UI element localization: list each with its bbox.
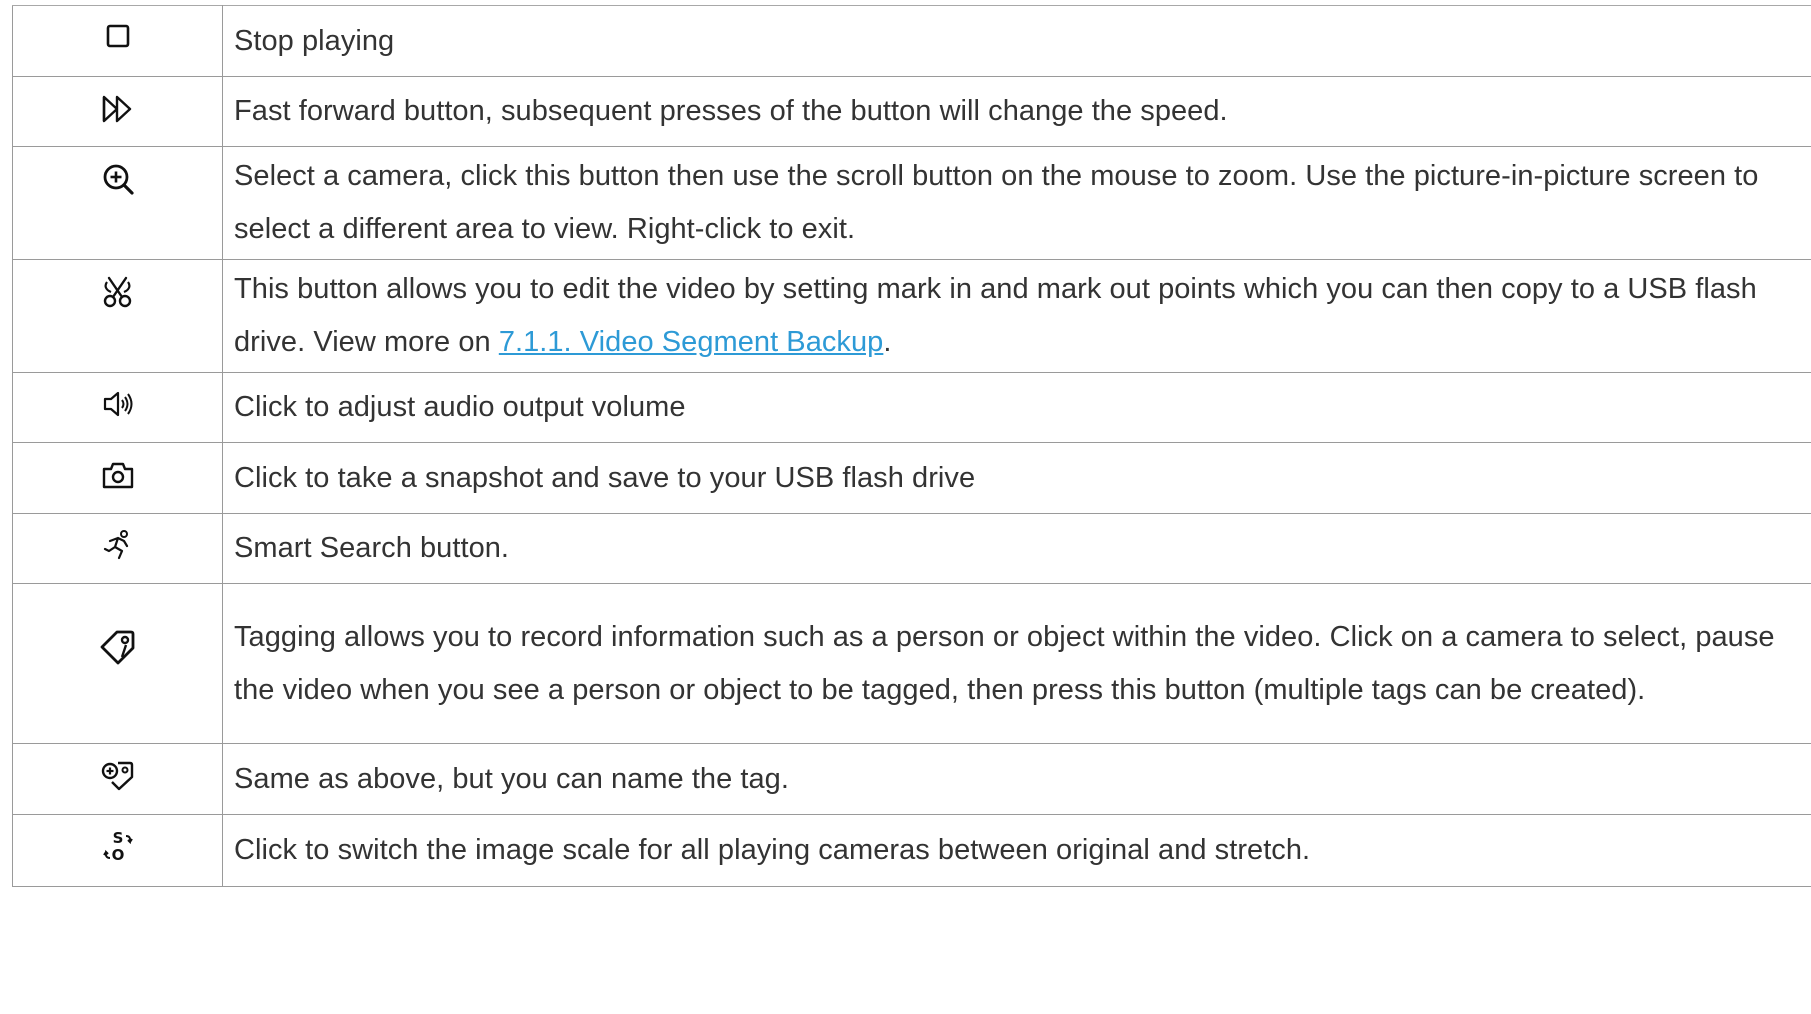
description-cell: Click to adjust audio output volume — [222, 372, 1811, 443]
stop-icon — [98, 18, 138, 58]
video-segment-backup-link[interactable]: 7.1.1. Video Segment Backup — [499, 326, 884, 358]
icon-cell — [12, 583, 223, 744]
table-row: Smart Search button. — [12, 513, 1811, 584]
row-description: Select a camera, click this button then … — [234, 160, 1759, 245]
description-cell: Stop playing — [222, 5, 1811, 77]
description-cell: Fast forward button, subsequent presses … — [222, 76, 1811, 147]
svg-text:O: O — [111, 846, 124, 864]
icon-cell — [12, 513, 223, 584]
icon-cell — [12, 5, 223, 77]
row-description-after-link: . — [883, 326, 892, 358]
row-description-before-link: This button allows you to edit the video… — [234, 273, 1757, 358]
table-row: SO Click to switch the image scale for a… — [12, 814, 1811, 887]
row-description: Click to switch the image scale for all … — [234, 834, 1311, 866]
icon-cell — [12, 442, 223, 514]
description-cell: Tagging allows you to record information… — [222, 583, 1811, 744]
description-cell: Click to take a snapshot and save to you… — [222, 442, 1811, 514]
icon-cell — [12, 259, 223, 373]
fast-forward-icon — [98, 89, 138, 129]
icon-cell — [12, 743, 223, 815]
description-cell: Same as above, but you can name the tag. — [222, 743, 1811, 815]
row-description: Click to take a snapshot and save to you… — [234, 461, 976, 494]
table-row: Click to take a snapshot and save to you… — [12, 442, 1811, 514]
scale-switch-icon: SO — [98, 827, 138, 867]
table-row: This button allows you to edit the video… — [12, 259, 1811, 373]
camera-icon — [98, 455, 138, 495]
icon-cell — [12, 372, 223, 443]
icon-cell — [12, 146, 223, 260]
description-cell: This button allows you to edit the video… — [222, 259, 1811, 373]
row-description: Stop playing — [234, 24, 395, 57]
table-row: Tagging allows you to record information… — [12, 583, 1811, 744]
row-description: Smart Search button. — [234, 532, 510, 564]
table-row: Stop playing — [12, 5, 1811, 77]
description-cell: Click to switch the image scale for all … — [222, 814, 1811, 887]
table-row: Select a camera, click this button then … — [12, 146, 1811, 260]
svg-text:S: S — [112, 829, 123, 847]
row-description: Fast forward button, subsequent presses … — [234, 95, 1228, 127]
row-description: Same as above, but you can name the tag. — [234, 762, 789, 795]
scissors-icon — [98, 272, 138, 312]
icon-cell — [12, 76, 223, 147]
table-row: Same as above, but you can name the tag. — [12, 743, 1811, 815]
running-person-icon — [98, 526, 138, 566]
table-row: Click to adjust audio output volume — [12, 372, 1811, 443]
speaker-icon — [98, 385, 138, 425]
zoom-in-icon — [98, 159, 138, 199]
description-cell: Smart Search button. — [222, 513, 1811, 584]
add-tag-icon — [98, 756, 138, 796]
description-cell: Select a camera, click this button then … — [222, 146, 1811, 260]
row-description: Tagging allows you to record information… — [234, 620, 1775, 706]
table-row: Fast forward button, subsequent presses … — [12, 76, 1811, 147]
icon-cell: SO — [12, 814, 223, 887]
tag-icon — [98, 627, 138, 667]
row-description: Click to adjust audio output volume — [234, 391, 686, 423]
button-reference-table: Stop playing Fast forward button, subseq… — [12, 5, 1811, 887]
